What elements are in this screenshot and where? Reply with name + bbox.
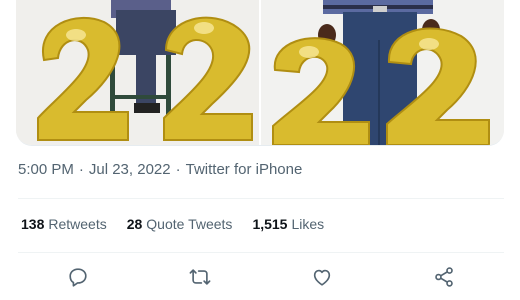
balloon-22-photo bbox=[16, 0, 259, 145]
tweet-photo-1[interactable] bbox=[16, 0, 259, 145]
balloon-22-photo bbox=[261, 0, 504, 145]
retweets-stat[interactable]: 138 Retweets bbox=[21, 216, 107, 232]
divider bbox=[18, 252, 504, 253]
share-button[interactable] bbox=[431, 264, 457, 290]
quote-tweets-stat[interactable]: 28 Quote Tweets bbox=[127, 216, 233, 232]
quote-tweets-count: 28 bbox=[126, 216, 143, 232]
divider bbox=[18, 198, 504, 199]
retweet-button[interactable] bbox=[187, 264, 213, 290]
meta-separator: · bbox=[175, 161, 181, 178]
meta-separator: · bbox=[78, 161, 84, 178]
tweet-time[interactable]: 5:00 PM bbox=[18, 161, 74, 178]
tweet-action-bar bbox=[0, 262, 520, 292]
quote-tweets-label: Quote Tweets bbox=[146, 216, 233, 232]
tweet-source[interactable]: Twitter for iPhone bbox=[186, 161, 303, 178]
retweets-count: 138 bbox=[21, 216, 45, 232]
heart-icon bbox=[313, 269, 331, 286]
reply-icon bbox=[69, 268, 87, 287]
retweet-icon bbox=[189, 269, 211, 285]
tweet-date[interactable]: Jul 23, 2022 bbox=[89, 161, 171, 178]
retweets-label: Retweets bbox=[48, 216, 107, 232]
reply-button[interactable] bbox=[65, 264, 91, 290]
like-button[interactable] bbox=[309, 264, 335, 290]
tweet-stats: 138 Retweets 28 Quote Tweets 1,515 Likes bbox=[21, 216, 324, 232]
likes-count: 1,515 bbox=[252, 216, 288, 232]
tweet-photo-2[interactable] bbox=[261, 0, 504, 145]
likes-label: Likes bbox=[291, 216, 325, 232]
likes-stat[interactable]: 1,515 Likes bbox=[252, 216, 324, 232]
tweet-media-grid bbox=[16, 0, 504, 146]
tweet-detail: 5:00 PM · Jul 23, 2022 · Twitter for iPh… bbox=[0, 0, 520, 300]
share-icon bbox=[435, 267, 453, 287]
tweet-timestamp-row: 5:00 PM · Jul 23, 2022 · Twitter for iPh… bbox=[18, 161, 302, 178]
